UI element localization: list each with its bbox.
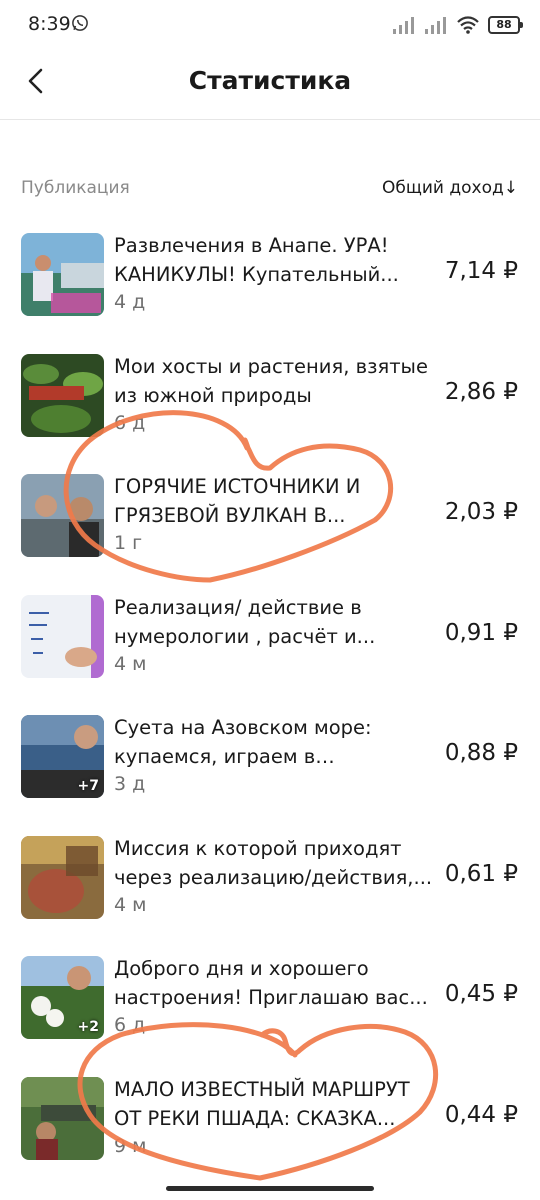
publication-title: Миссия к которой приходят через реализац… [114, 836, 433, 889]
publication-income: 0,45 ₽ [444, 981, 518, 1007]
battery-indicator: 88 [488, 16, 523, 34]
list-item[interactable]: Реализация/ действие в нумерологии , рас… [0, 576, 540, 697]
thumbnail-image [21, 1076, 104, 1160]
publication-age: 6 д [114, 411, 146, 434]
publication-income: 7,14 ₽ [444, 258, 518, 284]
publication-age: 3 д [114, 773, 146, 795]
publication-title: Суета на Азовском море: купаемся, играем… [114, 716, 372, 768]
publication-title: ГОРЯЧИЕ ИСТОЧНИКИ И ГРЯЗЕВОЙ ВУЛКАН В... [114, 475, 361, 527]
list-item[interactable]: МАЛО ИЗВЕСТНЫЙ МАРШРУТ ОТ РЕКИ ПШАДА: СК… [0, 1058, 540, 1179]
more-images-badge: +2 [77, 1019, 99, 1035]
thumbnail-image [21, 474, 104, 557]
list-item[interactable]: ГОРЯЧИЕ ИСТОЧНИКИ И ГРЯЗЕВОЙ ВУЛКАН В...… [0, 455, 540, 576]
status-time: 8:39 [28, 13, 71, 35]
publication-age: 9 м [114, 1134, 147, 1157]
more-images-badge: +7 [77, 778, 99, 794]
publication-title: Реализация/ действие в нумерологии , рас… [114, 595, 376, 648]
signal-icon [393, 17, 414, 34]
publications-list: Развлечения в Анапе. УРА! КАНИКУЛЫ! Купа… [0, 214, 540, 1178]
publication-title: МАЛО ИЗВЕСТНЫЙ МАРШРУТ ОТ РЕКИ ПШАДА: СК… [114, 1077, 410, 1130]
list-item[interactable]: Мои хосты и растения, взятые из южной пр… [0, 335, 540, 456]
list-item[interactable]: Развлечения в Анапе. УРА! КАНИКУЛЫ! Купа… [0, 214, 540, 335]
thumbnail-image [21, 233, 104, 316]
publication-income: 2,86 ₽ [444, 378, 518, 405]
signal-icon-2 [425, 17, 446, 34]
list-item[interactable]: +2 Доброго дня и хорошего настроения! Пр… [0, 937, 540, 1058]
wifi-icon [457, 16, 479, 34]
publication-income: 0,44 ₽ [444, 1101, 518, 1128]
status-indicators: 88 [392, 13, 523, 37]
publication-income: 2,03 ₽ [444, 499, 518, 525]
publication-income: 0,91 ₽ [444, 619, 518, 646]
publication-income: 0,88 ₽ [444, 740, 518, 766]
publication-income: 0,61 ₽ [444, 860, 518, 887]
publication-title: Мои хосты и растения, взятые из южной пр… [114, 354, 428, 407]
thumbnail-image [21, 353, 104, 437]
thumbnail-image: +2 [21, 956, 104, 1039]
publication-age: 6 д [114, 1014, 146, 1036]
home-indicator[interactable] [166, 1186, 374, 1191]
publication-title: Развлечения в Анапе. УРА! КАНИКУЛЫ! Купа… [114, 234, 399, 286]
publication-title: Доброго дня и хорошего настроения! Пригл… [114, 957, 428, 1009]
publication-age: 1 г [114, 532, 143, 554]
whatsapp-icon [72, 15, 88, 31]
status-bar: 8:39 88 [0, 0, 540, 50]
sort-total-income-button[interactable]: Общий доход↓ [382, 178, 518, 198]
thumbnail-image [21, 594, 104, 678]
thumbnail-image [21, 835, 104, 919]
page-title: Статистика [188, 66, 352, 95]
app-header: Статистика [0, 50, 540, 120]
column-publication-label: Публикация [21, 178, 130, 198]
publication-age: 4 д [114, 291, 146, 313]
list-item[interactable]: Миссия к которой приходят через реализац… [0, 817, 540, 938]
publication-age: 4 м [114, 652, 147, 675]
list-item[interactable]: +7 Суета на Азовском море: купаемся, игр… [0, 696, 540, 817]
column-headers: Публикация Общий доход↓ [0, 172, 540, 204]
publication-age: 4 м [114, 893, 147, 916]
thumbnail-image: +7 [21, 715, 104, 798]
